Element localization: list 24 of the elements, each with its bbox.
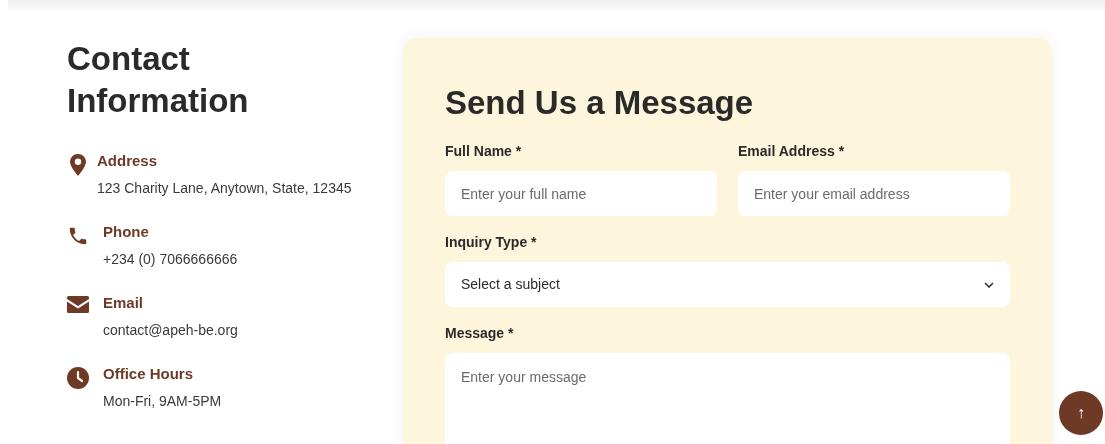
- text-field[interactable]: Enter your email address: [738, 171, 1010, 216]
- scroll-to-top-button[interactable]: ↑: [1059, 391, 1103, 435]
- contact-label: Email: [103, 294, 145, 312]
- clock-icon: [67, 367, 89, 389]
- field-label: Full Name *: [445, 142, 523, 160]
- contact-value: 123 Charity Lane, Anytown, State, 12345: [97, 179, 352, 197]
- field-label: Email Address *: [738, 142, 846, 160]
- contact-label: Office Hours: [103, 365, 194, 383]
- subject-dropdown[interactable]: Select a subject: [445, 262, 1010, 307]
- contact-value: Mon-Fri, 9AM-5PM: [103, 392, 222, 410]
- contact-label: Address: [97, 152, 159, 170]
- contact-value: +234 (0) 7066666666: [103, 250, 238, 268]
- field-label: Message *: [445, 324, 515, 342]
- envelope-icon: [67, 296, 89, 313]
- form-heading: Send Us a Message: [445, 83, 755, 123]
- chevron-down-icon: [984, 281, 994, 288]
- map-pin-icon: [70, 154, 86, 176]
- contact-label: Phone: [103, 223, 150, 241]
- section-heading: Contact Information: [67, 39, 250, 121]
- text-field[interactable]: Enter your full name: [445, 171, 717, 216]
- contact-value: contact@apeh-be.org: [103, 321, 238, 339]
- field-label: Inquiry Type *: [445, 233, 538, 251]
- message-field[interactable]: Enter your message: [445, 353, 1010, 444]
- phone-icon: [67, 225, 89, 247]
